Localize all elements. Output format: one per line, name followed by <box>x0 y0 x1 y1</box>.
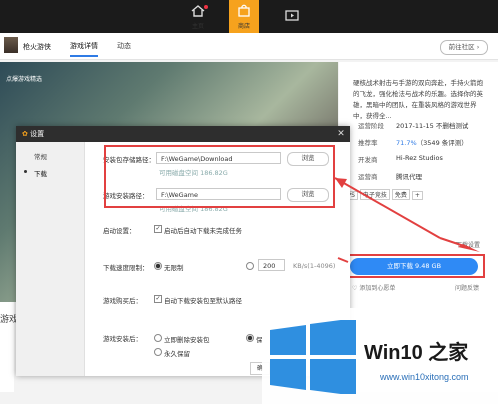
settings-sidebar <box>16 142 85 376</box>
delete-package-option: 立即删除安装包 <box>164 336 210 344</box>
info-key: 运营阶段 <box>358 122 384 130</box>
info-value: Hi-Rez Studios <box>396 154 443 162</box>
feedback-link[interactable]: 问题反馈 <box>455 283 479 292</box>
shopping-bag-icon <box>238 4 250 17</box>
speed-unlimited-radio[interactable] <box>154 262 162 270</box>
notification-dot <box>204 5 208 9</box>
close-icon[interactable]: ✕ <box>333 126 349 142</box>
tab-news[interactable]: 动态 <box>117 41 131 51</box>
speed-unit: KB/s(1-4096) <box>293 262 336 270</box>
keep-forever-radio[interactable] <box>154 348 162 356</box>
settings-dialog-title: 设置 <box>30 130 45 138</box>
info-key: 运营商 <box>358 173 378 181</box>
watermark-title: Win10 之家 <box>364 342 469 364</box>
banner-tag: 点爆游戏精选 <box>6 76 43 83</box>
tag[interactable]: 免费 <box>391 189 410 200</box>
sidebar-item-download[interactable]: 下载 <box>34 168 47 178</box>
goto-community-button[interactable]: 前往社区 › <box>440 40 488 55</box>
wishlist-label: 添加到心愿单 <box>359 285 396 292</box>
keep-forever-option: 永久保留 <box>164 350 190 358</box>
speed-limit-field[interactable]: 200 <box>258 259 285 271</box>
watermark-url: www.win10xitong.com <box>380 372 469 382</box>
game-description: 硬核战术射击与手游的双向奔赴，手持火箭炮的飞龙，强化枪法与战术的乐趣。选择你的英… <box>353 79 483 120</box>
info-key: 开发商 <box>358 156 378 164</box>
other-option-radio[interactable] <box>246 334 254 342</box>
settings-dialog-titlebar: ✿ 设置 <box>16 126 350 142</box>
info-value: 腾讯代理 <box>396 173 422 181</box>
tab-game-details[interactable]: 游戏详情 <box>70 41 98 57</box>
tag[interactable]: 电子竞技 <box>359 189 390 200</box>
wishlist-link[interactable]: ♡ 添加到心愿单 <box>352 283 395 292</box>
home-icon <box>191 5 205 17</box>
autostart-option: 启动后自动下载未完成任务 <box>164 227 242 235</box>
auto-download-option: 自动下载安装包至默认路径 <box>164 297 242 305</box>
autostart-checkbox[interactable]: ✓ <box>154 225 162 233</box>
speed-limit-radio[interactable] <box>246 262 254 270</box>
gear-icon: ✿ <box>22 130 28 138</box>
auto-download-checkbox[interactable]: ✓ <box>154 295 162 303</box>
goto-community-label: 前往社区 <box>448 43 475 51</box>
after-purchase-label: 游戏购买后： <box>103 297 142 305</box>
more-tags-icon[interactable]: + <box>411 191 423 200</box>
sidebar-item-general[interactable]: 常规 <box>34 151 47 161</box>
speed-unlimited-option: 无限制 <box>164 264 184 272</box>
info-value: 2017-11-15 不删档测试 <box>396 122 469 130</box>
speed-limit-label: 下载速度限制： <box>103 264 149 272</box>
chevron-right-icon: › <box>476 43 480 51</box>
game-avatar <box>4 37 18 53</box>
store-tab[interactable]: 商店 <box>229 0 259 33</box>
delete-package-radio[interactable] <box>154 334 162 342</box>
autostart-label: 启动设置： <box>103 227 136 235</box>
game-name: 枪火游侠 <box>23 43 51 51</box>
store-tab-label: 商店 <box>237 23 250 30</box>
home-tab[interactable]: 主页 <box>183 0 213 33</box>
video-tab[interactable] <box>277 0 307 33</box>
heart-icon: ♡ <box>352 285 358 292</box>
active-indicator-icon <box>24 170 27 173</box>
tag-list: FPS电子竞技免费+ <box>341 189 425 200</box>
after-install-label: 游戏安装后： <box>103 335 142 343</box>
home-tab-label: 主页 <box>191 23 204 30</box>
video-icon <box>285 10 299 21</box>
download-settings-link[interactable]: 下载设置 <box>456 240 480 249</box>
info-value: 71.7%（3549 条评测） <box>396 139 468 147</box>
highlight-box <box>104 145 335 208</box>
info-key: 推荐率 <box>358 139 378 147</box>
highlight-box <box>347 254 485 278</box>
windows-logo-icon <box>270 320 356 394</box>
